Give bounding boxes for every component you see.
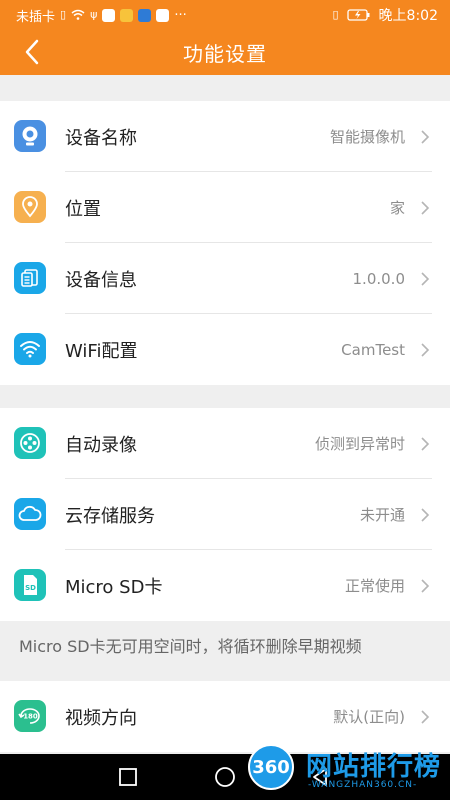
- chevron-right-icon: [421, 130, 430, 144]
- chevron-left-icon: [25, 39, 39, 65]
- clock-text: 晚上8:02: [378, 8, 438, 24]
- setting-row-device-name[interactable]: 设备名称 智能摄像机: [0, 101, 450, 172]
- watermark-subtitle: -WANGZHAN360.CN-: [308, 780, 418, 790]
- watermark: 360 网站排行榜 -WANGZHAN360.CN-: [240, 742, 450, 800]
- setting-label: 设备名称: [65, 127, 137, 149]
- setting-label: 云存储服务: [65, 505, 155, 527]
- svg-text:180: 180: [23, 713, 38, 721]
- svg-text:SD: SD: [25, 584, 36, 592]
- chevron-right-icon: [421, 343, 430, 357]
- sim-icon: ▯: [60, 8, 67, 21]
- page-title: 功能设置: [183, 42, 267, 66]
- setting-value: 智能摄像机: [329, 128, 405, 146]
- watermark-logo: 360: [248, 744, 294, 790]
- setting-value: 家: [389, 199, 405, 217]
- device-info-icon: [14, 262, 46, 294]
- app-notification-icon-3: [138, 8, 152, 22]
- app-notification-icon: [102, 8, 116, 22]
- vibrate-icon: ▯: [332, 8, 339, 21]
- chevron-right-icon: [421, 272, 430, 286]
- setting-row-device-info[interactable]: 设备信息 1.0.0.0: [0, 243, 450, 314]
- battery-charging-icon: [346, 9, 370, 21]
- app-notification-icon-4: [156, 8, 170, 22]
- setting-value: 正常使用: [344, 577, 405, 595]
- rotate-180-icon: 180: [14, 700, 46, 732]
- cloud-icon: [14, 498, 46, 530]
- auto-record-icon: [14, 427, 46, 459]
- recent-apps-button[interactable]: [119, 768, 137, 786]
- app-header: 功能设置: [0, 30, 450, 75]
- sd-card-icon: SD: [14, 569, 46, 601]
- setting-value: 1.0.0.0: [352, 269, 405, 288]
- setting-label: WiFi配置: [65, 340, 138, 362]
- setting-row-cloud-storage[interactable]: 云存储服务 未开通: [0, 479, 450, 550]
- setting-label: 设备信息: [65, 269, 137, 291]
- setting-row-location[interactable]: 位置 家: [0, 172, 450, 243]
- usb-icon: ψ: [90, 8, 98, 21]
- setting-label: 位置: [65, 198, 101, 220]
- chevron-right-icon: [421, 579, 430, 593]
- watermark-title: 网站排行榜: [306, 752, 442, 782]
- home-button[interactable]: [214, 766, 236, 788]
- setting-row-sd-card[interactable]: SD Micro SD卡 正常使用: [0, 550, 450, 621]
- carrier-text: 未插卡: [16, 9, 56, 25]
- setting-value: 默认(正向): [333, 708, 405, 726]
- status-bar: 未插卡 ▯ ψ ··· ▯ 晚上8:02: [0, 0, 450, 30]
- settings-group-device: 设备名称 智能摄像机 位置 家 设备信息 1.0.0.0 WiFi配置 CamT…: [0, 101, 450, 385]
- settings-group-storage: 自动录像 侦测到异常时 云存储服务 未开通 SD Micro SD卡 正常使用: [0, 408, 450, 621]
- app-notification-icon-2: [120, 8, 134, 22]
- back-button[interactable]: [18, 38, 46, 66]
- setting-label: Micro SD卡: [65, 576, 163, 598]
- setting-label: 视频方向: [65, 707, 137, 729]
- chevron-right-icon: [421, 710, 430, 724]
- more-notifications-icon: ···: [174, 7, 187, 23]
- chevron-right-icon: [421, 437, 430, 451]
- chevron-right-icon: [421, 508, 430, 522]
- setting-value: 未开通: [359, 506, 405, 524]
- camera-icon: [14, 120, 46, 152]
- location-pin-icon: [14, 191, 46, 223]
- setting-value: CamTest: [341, 340, 405, 359]
- setting-row-auto-record[interactable]: 自动录像 侦测到异常时: [0, 408, 450, 479]
- wifi-icon: [14, 333, 46, 365]
- chevron-right-icon: [421, 201, 430, 215]
- setting-label: 自动录像: [65, 434, 137, 456]
- sd-card-note: Micro SD卡无可用空间时，将循环删除早期视频: [19, 637, 362, 656]
- setting-row-wifi[interactable]: WiFi配置 CamTest: [0, 314, 450, 385]
- wifi-status-icon: [71, 9, 85, 20]
- setting-value: 侦测到异常时: [314, 435, 405, 453]
